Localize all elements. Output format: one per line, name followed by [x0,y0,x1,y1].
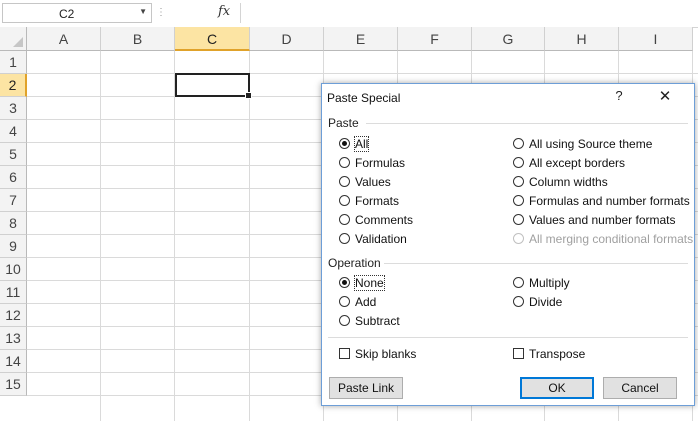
column-header-e[interactable]: E [324,27,398,51]
row-header-2[interactable]: 2 [0,74,27,97]
column-header-g[interactable]: G [472,27,545,51]
column-header-b[interactable]: B [101,27,175,51]
row-header-12[interactable]: 12 [0,304,27,327]
row-header-15[interactable]: 15 [0,373,27,396]
row-header-5[interactable]: 5 [0,143,27,166]
column-header-h[interactable]: H [545,27,619,51]
ok-button[interactable]: OK [520,377,594,399]
paste-link-button[interactable]: Paste Link [329,377,403,399]
insert-function-button[interactable]: fx [218,4,230,19]
chevron-down-icon[interactable]: ▼ [139,7,147,16]
grip-icon[interactable]: ⋮ [156,3,166,23]
operation-section-label: Operation [328,256,381,270]
column-header-a[interactable]: A [27,27,101,51]
row-header-4[interactable]: 4 [0,120,27,143]
row-header-8[interactable]: 8 [0,212,27,235]
name-box[interactable]: C2 ▼ [2,3,152,23]
row-header-10[interactable]: 10 [0,258,27,281]
formula-bar: C2 ▼ ⋮ fx [0,0,698,28]
row-header-1[interactable]: 1 [0,51,27,74]
column-header-f[interactable]: F [398,27,472,51]
paste-special-dialog: Paste Special ? ✕ Paste All Formulas Value… [321,83,695,406]
column-header-c[interactable]: C [175,27,250,51]
formula-buttons: ⋮ fx [156,3,236,23]
paste-section-label: Paste [328,116,359,130]
column-header-i[interactable]: I [619,27,693,51]
name-box-value: C2 [59,7,75,21]
close-button[interactable]: ✕ [656,87,674,105]
cancel-button[interactable]: Cancel [603,377,677,399]
select-all-button[interactable] [0,27,27,51]
row-header-13[interactable]: 13 [0,327,27,350]
column-header-d[interactable]: D [250,27,324,51]
formula-input[interactable] [241,3,698,23]
row-header-7[interactable]: 7 [0,189,27,212]
row-header-9[interactable]: 9 [0,235,27,258]
row-header-3[interactable]: 3 [0,97,27,120]
row-header-14[interactable]: 14 [0,350,27,373]
help-button[interactable]: ? [612,88,626,106]
row-header-11[interactable]: 11 [0,281,27,304]
fill-handle[interactable] [245,92,252,99]
active-cell-c2[interactable] [175,73,252,99]
row-header-6[interactable]: 6 [0,166,27,189]
dialog-title: Paste Special [327,91,401,105]
